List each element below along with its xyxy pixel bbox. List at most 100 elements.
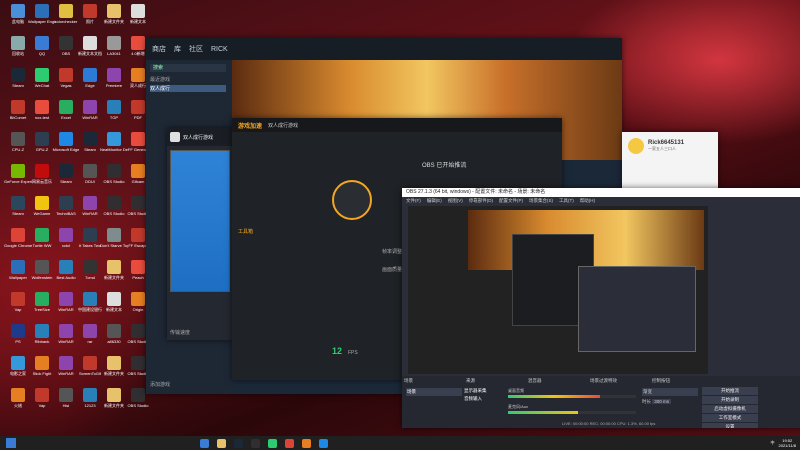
steam-nav-community[interactable]: 社区 [189,44,203,54]
dock-header: 混音器 [528,378,542,383]
taskbar-app-icon[interactable] [217,438,226,448]
obs-menu-item[interactable]: 视图(V) [448,198,463,204]
desktop-app-icon [11,324,25,338]
desktop-app-icon [59,292,73,306]
desktop-icon-label: OBS Studio [127,403,149,408]
obs-control-button[interactable]: 工作室模式 [702,414,758,422]
desktop-app-icon [11,356,25,370]
desktop-app-icon [107,36,121,50]
desktop-app-icon [11,4,25,18]
mixer-track-1-fill [508,395,601,398]
steam-search-input[interactable]: 搜索 [150,64,226,72]
desktop-app-icon [83,388,97,402]
obs-menu-item[interactable]: 场景集合(S) [529,198,553,204]
qq-profile: Rick6645131 一家五人三口人 [622,132,718,160]
desktop-app-icon [59,196,73,210]
obs-menu-item[interactable]: 停靠部件(D) [469,198,493,204]
obs-window[interactable]: OBS 27.1.3 (64 bit, windows) - 配置文件: 未命名… [402,188,800,428]
desktop-app-icon [107,228,121,242]
obs-control-button[interactable]: 启动虚拟摄像机 [702,405,758,413]
mixer-track-2-meter [508,411,636,414]
steam-nav-user[interactable]: RICK [211,46,228,53]
desktop-app-icon [83,324,97,338]
desktop-app-icon [59,100,73,114]
desktop-app-icon [59,36,73,50]
obs-menu-item[interactable]: 文件(F) [406,198,421,204]
taskbar-app-icon[interactable] [234,438,243,448]
desktop-app-icon [107,196,121,210]
taskbar-app-icon[interactable] [200,438,209,448]
desktop-app-icon [35,388,49,402]
desktop-app-icon [59,324,73,338]
steam-nav-library[interactable]: 库 [174,44,181,54]
desktop-app-icon [107,388,121,402]
desktop-app-icon [131,260,145,274]
controls-panel: 开始推流开始录制启动虚拟摄像机工作室模式设置退出 [702,386,758,428]
ime-indicator[interactable]: 中 [771,440,775,446]
tencent-header: 双人成行游戏 [167,128,233,146]
taskbar-app-icon[interactable] [319,438,328,448]
desktop-app-icon [131,388,145,402]
desktop-icon-label: 新建文本 [130,19,146,24]
obs-control-button[interactable]: 设置 [702,423,758,428]
taskbar-app-icon[interactable] [285,438,294,448]
sidebar-item-game[interactable]: 双人成行 [150,85,226,92]
desktop-app-icon [107,164,121,178]
sidebar-item-recent[interactable]: 最近游戏 [150,76,226,83]
taskbar-apps [196,438,332,448]
obs-control-button[interactable]: 开始录制 [702,396,758,404]
desktop-app-icon [83,68,97,82]
avatar [628,138,644,154]
desktop-app-icon [35,356,49,370]
tencent-helper-window[interactable]: 双人成行游戏 传输速度 [167,128,233,340]
desktop-app-icon [83,100,97,114]
desktop-app-icon [59,228,73,242]
obs-preview-canvas[interactable] [408,206,708,374]
desktop-app-icon [83,196,97,210]
obs-menu-item[interactable]: 配置文件(P) [499,198,523,204]
desktop-app-icon [11,228,25,242]
duration-input[interactable]: 300 ms [652,399,672,404]
taskbar-app-icon[interactable] [251,438,260,448]
obs-menu-item[interactable]: 编辑(E) [427,198,442,204]
accelerate-ring[interactable] [332,180,372,220]
steam-nav-store[interactable]: 商店 [152,44,166,54]
desktop-app-icon [131,228,145,242]
desktop-app-icon [35,164,49,178]
source-item-audio[interactable]: 音频输入 [464,396,504,402]
toolbox-header: 工具箱 [238,229,254,235]
desktop-icon[interactable]: 新建文本 [124,4,152,24]
taskbar-app-icon[interactable] [302,438,311,448]
duration-row: 时长 300 ms [642,399,698,405]
desktop-app-icon [83,36,97,50]
obs-dock-area: 场景 来源 混音器 场景过渡特效 控制按钮 场景 显示器采集 音频输入 桌面音频 麦克风… [402,376,800,428]
dock-header: 场景过渡特效 [590,378,617,383]
desktop-app-icon [107,68,121,82]
obs-control-button[interactable]: 开始推流 [702,387,758,395]
desktop-app-icon [83,164,97,178]
desktop-app-icon [35,260,49,274]
desktop-app-icon [35,292,49,306]
stat-quality: 画面质量 [382,267,403,273]
desktop-app-icon [131,164,145,178]
desktop-app-icon [107,132,121,146]
mixer-track-1-name: 桌面音频 [508,388,524,393]
transition-select[interactable]: 渐变 [642,388,698,396]
start-button[interactable] [6,438,16,448]
desktop-app-icon [35,228,49,242]
clock[interactable]: 19:52 2021/11/8 [779,438,797,448]
tencent-title: 双人成行游戏 [183,134,214,141]
scene-item[interactable]: 场景 [406,388,462,396]
duration-label: 时长 [642,399,651,404]
taskbar-app-icon[interactable] [268,438,277,448]
obs-menu-item[interactable]: 帮助(H) [580,198,595,204]
desktop-app-icon [83,356,97,370]
source-item-display[interactable]: 显示器采集 [464,388,504,394]
desktop-app-icon [59,132,73,146]
desktop-app-icon [59,4,73,18]
desktop-app-icon [83,292,97,306]
desktop-app-icon [35,324,49,338]
add-game-button[interactable]: 添加游戏 [150,381,170,388]
qq-profile-popup[interactable]: Rick6645131 一家五人三口人 [622,132,718,192]
obs-menu-item[interactable]: 工具(T) [559,198,574,204]
